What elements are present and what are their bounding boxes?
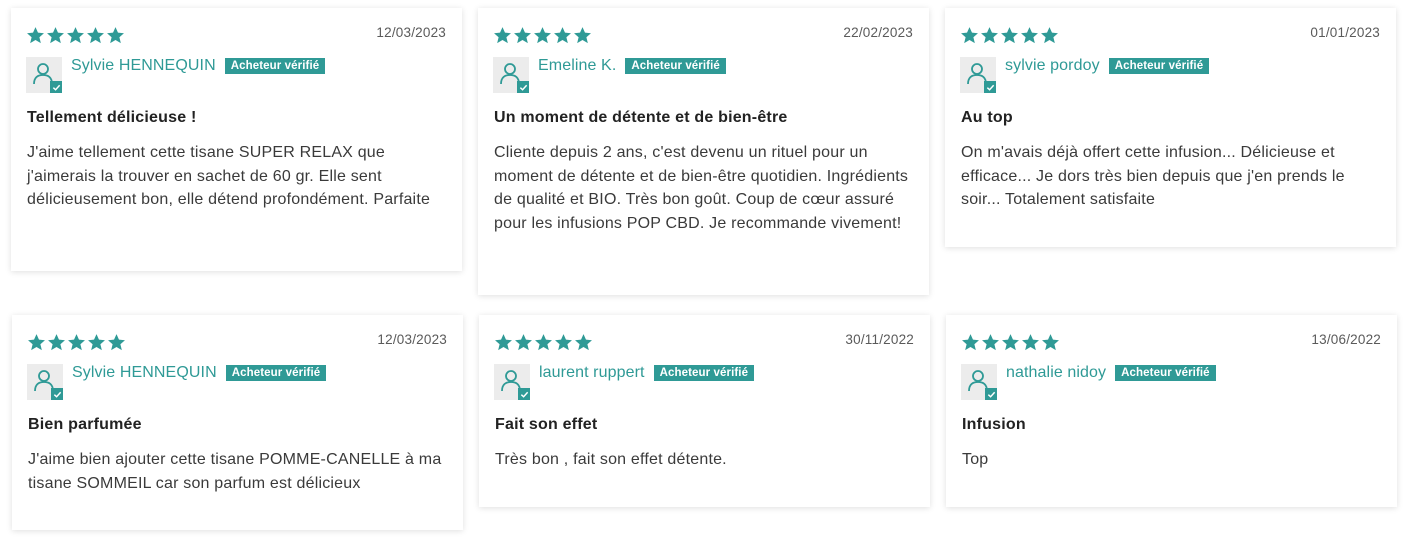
star-icon [47, 27, 64, 44]
user-avatar-icon [960, 57, 996, 93]
star-icon [68, 334, 85, 351]
star-icon [981, 27, 998, 44]
review-author: sylvie pordoy Acheteur vérifié [960, 56, 1210, 94]
author-name: laurent ruppert [539, 364, 645, 381]
author-name: Emeline K. [538, 57, 617, 74]
verified-buyer-badge: Acheteur vérifié [224, 58, 326, 74]
author-name: Sylvie HENNEQUIN [72, 364, 217, 381]
review-author: Sylvie HENNEQUIN Acheteur vérifié [26, 56, 326, 94]
author-name: sylvie pordoy [1005, 57, 1100, 74]
star-icon [494, 27, 511, 44]
verified-buyer-badge: Acheteur vérifié [625, 58, 726, 74]
star-icon [515, 334, 532, 351]
author-name: nathalie nidoy [1006, 364, 1107, 381]
star-icon [28, 334, 45, 351]
review-card: 12/03/2023 Sylvie HENNEQUIN Acheteur vér… [11, 8, 462, 271]
star-icon [514, 27, 531, 44]
verified-check-icon [984, 81, 996, 93]
verified-buyer-badge: Acheteur vérifié [1108, 58, 1210, 74]
review-author: Emeline K. Acheteur vérifié [493, 56, 726, 94]
review-date: 22/02/2023 [843, 25, 913, 40]
rating-stars [960, 26, 1059, 45]
star-icon [107, 27, 124, 44]
review-card: 12/03/2023 Sylvie HENNEQUIN Acheteur vér… [12, 315, 463, 530]
star-icon [962, 334, 979, 351]
star-icon [574, 27, 591, 44]
review-title: Tellement délicieuse ! [27, 109, 197, 126]
user-avatar-icon [26, 57, 62, 93]
verified-buyer-badge: Acheteur vérifié [225, 365, 327, 381]
star-icon [1041, 27, 1058, 44]
review-title: Infusion [962, 416, 1026, 433]
review-body: Très bon , fait son effet détente. [495, 451, 727, 468]
user-avatar-icon [27, 364, 63, 400]
star-icon [48, 334, 65, 351]
verified-check-icon [518, 388, 530, 400]
review-date: 12/03/2023 [377, 332, 447, 347]
star-icon [534, 27, 551, 44]
review-card: 30/11/2022 laurent ruppert Acheteur véri… [479, 315, 930, 507]
star-icon [982, 334, 999, 351]
star-icon [554, 27, 571, 44]
star-icon [108, 334, 125, 351]
rating-stars [961, 333, 1060, 352]
verified-buyer-badge: Acheteur vérifié [653, 365, 755, 381]
review-body: J'aime tellement cette tisane SUPER RELA… [27, 144, 431, 208]
star-icon [555, 334, 572, 351]
verified-check-icon [50, 81, 62, 93]
star-icon [575, 334, 592, 351]
review-title: Bien parfumée [28, 416, 142, 433]
review-body: Cliente depuis 2 ans, c'est devenu un ri… [494, 144, 909, 232]
star-icon [961, 27, 978, 44]
star-icon [27, 27, 44, 44]
rating-stars [27, 333, 126, 352]
star-icon [1022, 334, 1039, 351]
verified-check-icon [517, 81, 529, 93]
review-body: Top [962, 451, 989, 468]
verified-buyer-badge: Acheteur vérifié [1115, 365, 1216, 381]
user-avatar-icon [493, 57, 529, 93]
review-title: Au top [961, 109, 1013, 126]
review-title: Un moment de détente et de bien-être [494, 109, 788, 126]
review-card: 13/06/2022 nathalie nidoy Acheteur vérif… [946, 315, 1397, 507]
review-body: J'aime bien ajouter cette tisane POMME-C… [28, 451, 442, 492]
star-icon [495, 334, 512, 351]
review-body: On m'avais déjà offert cette infusion...… [961, 144, 1345, 208]
star-icon [88, 334, 105, 351]
rating-stars [26, 26, 125, 45]
rating-stars [494, 333, 593, 352]
star-icon [1042, 334, 1059, 351]
review-author: Sylvie HENNEQUIN Acheteur vérifié [27, 363, 327, 401]
review-card: 01/01/2023 sylvie pordoy Acheteur vérifi… [945, 8, 1396, 247]
review-date: 12/03/2023 [376, 25, 446, 40]
review-title: Fait son effet [495, 416, 598, 433]
star-icon [1002, 334, 1019, 351]
review-date: 30/11/2022 [845, 332, 914, 347]
star-icon [1001, 27, 1018, 44]
star-icon [67, 27, 84, 44]
star-icon [535, 334, 552, 351]
review-card: 22/02/2023 Emeline K. Acheteur vérifié U… [478, 8, 929, 295]
user-avatar-icon [961, 364, 997, 400]
user-avatar-icon [494, 364, 530, 400]
author-name: Sylvie HENNEQUIN [71, 57, 216, 74]
verified-check-icon [51, 388, 63, 400]
verified-check-icon [985, 388, 997, 400]
review-author: laurent ruppert Acheteur vérifié [494, 363, 755, 401]
star-icon [87, 27, 104, 44]
star-icon [1021, 27, 1038, 44]
review-date: 01/01/2023 [1310, 25, 1380, 40]
rating-stars [493, 26, 592, 45]
review-date: 13/06/2022 [1311, 332, 1381, 347]
review-author: nathalie nidoy Acheteur vérifié [961, 363, 1216, 401]
